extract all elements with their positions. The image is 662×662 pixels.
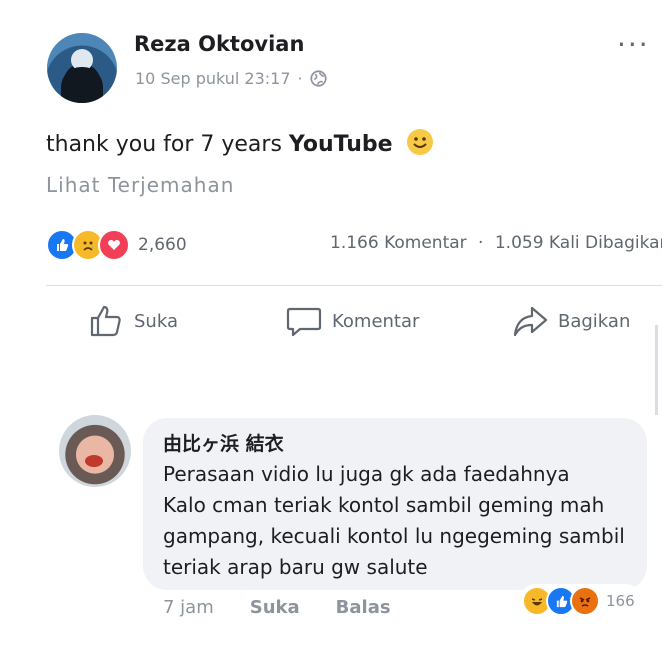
scrollbar[interactable] (655, 325, 658, 415)
comment-time[interactable]: 7 jam (163, 597, 214, 618)
like-button[interactable]: Suka (88, 303, 178, 339)
love-reaction-icon (98, 229, 130, 261)
author-name[interactable]: Reza Oktovian (134, 32, 304, 56)
reactions-summary[interactable]: 2,660 (46, 229, 187, 261)
comment-bubble-icon (286, 307, 322, 337)
angry-reaction-icon (570, 586, 600, 616)
post-text-youtube: YouTube (288, 132, 393, 157)
comment-button[interactable]: Komentar (286, 303, 419, 339)
more-options-button[interactable]: ··· (617, 28, 650, 61)
smile-emoji-icon (406, 129, 433, 155)
meta-separator: · (297, 69, 303, 88)
comment-actions: 7 jam Suka Balas (163, 597, 391, 618)
comment-text-line: gampang, kecuali kontol lu ngegeming sam… (163, 524, 625, 548)
share-arrow-icon (513, 306, 548, 337)
comment-count-link[interactable]: 1.166 Komentar (330, 233, 467, 253)
post-stats: 1.166 Komentar · 1.059 Kali Dibagikan (330, 233, 662, 253)
commenter-avatar[interactable] (59, 415, 131, 487)
stats-separator: · (478, 233, 484, 253)
comment-reactions[interactable]: 166 (520, 584, 641, 618)
comment-like-button[interactable]: Suka (250, 597, 300, 618)
commenter-name[interactable]: 由比ヶ浜 結衣 (163, 429, 284, 456)
author-avatar[interactable] (47, 33, 117, 103)
post-timestamp[interactable]: 10 Sep pukul 23:17 (135, 69, 291, 88)
comment-label: Komentar (332, 310, 420, 332)
thumbs-up-icon (90, 305, 121, 337)
post-text: thank you for 7 years YouTube (46, 128, 434, 157)
comment-text-line: Perasaan vidio lu juga gk ada faedahnya (163, 462, 570, 486)
comment-reaction-count: 166 (606, 592, 635, 610)
comment-text-line: teriak arap baru gw salute (163, 555, 428, 579)
divider (46, 285, 662, 286)
globe-icon (310, 70, 327, 87)
share-count-link[interactable]: 1.059 Kali Dibagikan (495, 233, 662, 253)
comment-reply-button[interactable]: Balas (336, 597, 391, 618)
like-label: Suka (134, 310, 178, 332)
see-translation-link[interactable]: Lihat Terjemahan (46, 173, 234, 197)
comment-text-line: Kalo cman teriak kontol sambil geming ma… (163, 493, 605, 517)
post-meta: 10 Sep pukul 23:17 · (135, 69, 327, 88)
reaction-count: 2,660 (138, 235, 187, 255)
share-label: Bagikan (558, 310, 631, 332)
post-text-main: thank you for 7 years (46, 132, 289, 157)
share-button[interactable]: Bagikan (512, 303, 630, 339)
